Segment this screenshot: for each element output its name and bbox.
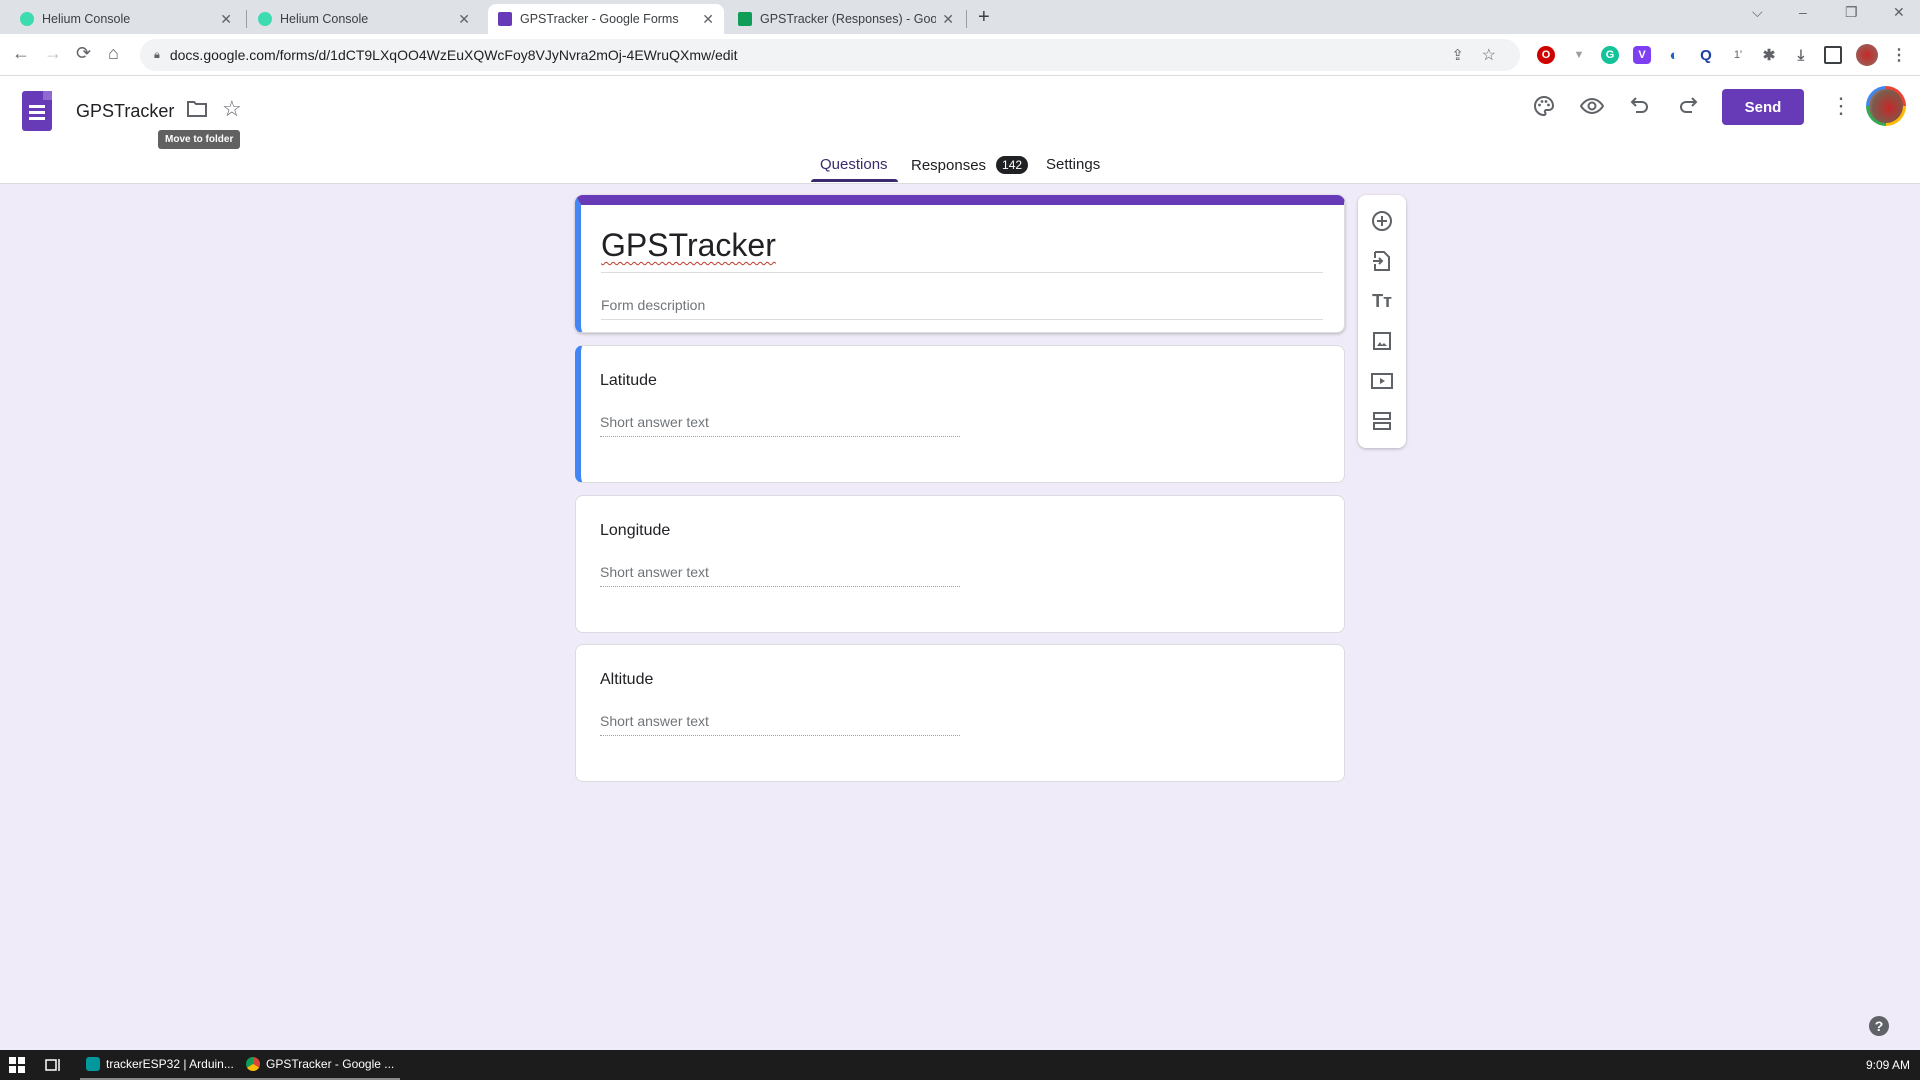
add-image-icon[interactable] — [1370, 329, 1394, 353]
forms-header: GPSTracker ☆ Move to folder Send ⋮ Quest… — [0, 76, 1920, 184]
taskbar-app-chrome[interactable]: GPSTracker - Google ... — [240, 1050, 401, 1080]
restore-button[interactable]: ❐ — [1845, 4, 1858, 21]
share-icon[interactable]: ⇪ — [1451, 46, 1464, 64]
tab-label: Questions — [820, 156, 888, 173]
close-tab-icon[interactable]: ✕ — [702, 11, 714, 28]
add-section-icon[interactable] — [1370, 409, 1394, 433]
customize-theme-palette-icon[interactable] — [1533, 95, 1555, 123]
browser-tab-helium-console-2[interactable]: Helium Console ✕ — [248, 4, 480, 34]
add-title-description-icon[interactable]: Tт — [1370, 289, 1394, 313]
tab-responses[interactable]: Responses 142 — [911, 156, 1029, 174]
taskbar-app-label: trackerESP32 | Arduin... — [106, 1057, 234, 1071]
arduino-icon — [86, 1057, 100, 1071]
opera-extension-icon[interactable]: O — [1537, 46, 1555, 64]
lock-icon: 🔒︎ — [154, 48, 160, 61]
forward-button[interactable]: → — [44, 43, 62, 64]
folder-icon[interactable] — [186, 100, 208, 124]
add-question-icon[interactable] — [1370, 209, 1394, 233]
send-button[interactable]: Send — [1722, 89, 1804, 125]
short-answer-field: Short answer text — [600, 713, 960, 736]
close-tab-icon[interactable]: ✕ — [220, 11, 232, 28]
redo-icon[interactable] — [1678, 94, 1698, 122]
vue-extension-icon[interactable]: ▼ — [1570, 46, 1588, 64]
google-forms-logo[interactable] — [22, 91, 52, 131]
short-answer-field: Short answer text — [600, 564, 960, 587]
responses-count-badge: 142 — [996, 156, 1029, 174]
add-video-icon[interactable] — [1370, 369, 1394, 393]
grammarly-extension-icon[interactable]: G — [1601, 46, 1619, 64]
taskbar-app-arduino[interactable]: trackerESP32 | Arduin... — [80, 1050, 240, 1080]
search-extension-icon[interactable]: Q — [1697, 46, 1715, 64]
tab-questions[interactable]: Questions — [820, 156, 888, 173]
question-title: Longitude — [600, 522, 671, 539]
tab-settings[interactable]: Settings — [1046, 156, 1100, 173]
question-toolbar: Tт — [1358, 195, 1406, 448]
bookmark-star-icon[interactable]: ☆ — [1482, 45, 1496, 65]
tab-title: Helium Console — [42, 12, 131, 26]
windows-start-icon[interactable] — [9, 1050, 25, 1080]
more-options-icon[interactable]: ⋮ — [1830, 93, 1852, 119]
privacy-extension-icon[interactable]: ◐ — [1665, 46, 1683, 64]
extensions-puzzle-icon[interactable]: ✱ — [1760, 46, 1778, 64]
counter-extension-icon[interactable]: 1' — [1729, 46, 1747, 64]
browser-menu-icon[interactable]: ⋮ — [1890, 46, 1908, 64]
question-title: Latitude — [600, 372, 657, 389]
short-answer-field: Short answer text — [600, 414, 960, 437]
v-extension-icon[interactable]: V — [1633, 46, 1651, 64]
question-card-latitude[interactable]: Latitude Short answer text — [575, 345, 1345, 483]
task-view-icon[interactable] — [45, 1050, 61, 1080]
question-card-longitude[interactable]: Longitude Short answer text — [575, 495, 1345, 633]
preview-eye-icon[interactable] — [1579, 95, 1605, 123]
form-description-input[interactable]: Form description — [601, 297, 1323, 320]
tab-separator — [966, 10, 967, 28]
side-panel-icon[interactable] — [1824, 46, 1842, 64]
close-tab-icon[interactable]: ✕ — [942, 11, 954, 28]
tab-separator — [246, 10, 247, 28]
browser-toolbar: ← → ⟳ ⌂ 🔒︎ docs.google.com/forms/d/1dCT9… — [0, 34, 1920, 76]
help-icon[interactable]: ? — [1869, 1016, 1889, 1036]
tab-label: Responses — [911, 157, 987, 174]
browser-tab-google-forms[interactable]: GPSTracker - Google Forms ✕ — [488, 4, 724, 34]
windows-taskbar: trackerESP32 | Arduin... GPSTracker - Go… — [0, 1050, 1920, 1080]
url-text: docs.google.com/forms/d/1dCT9LXqOO4WzEuX… — [169, 47, 738, 63]
google-forms-icon — [498, 12, 512, 26]
new-tab-button[interactable]: + — [978, 6, 990, 29]
taskbar-clock[interactable]: 9:09 AM — [1866, 1050, 1910, 1080]
close-tab-icon[interactable]: ✕ — [458, 11, 470, 28]
tab-title: GPSTracker (Responses) - Googl — [760, 12, 937, 26]
minimize-button[interactable]: – — [1799, 4, 1807, 20]
helium-icon — [20, 12, 34, 26]
download-icon[interactable]: ⤓ — [1792, 46, 1810, 64]
undo-icon[interactable] — [1630, 94, 1650, 122]
form-title-input[interactable]: GPSTracker — [601, 227, 1323, 273]
chrome-icon — [246, 1057, 260, 1071]
form-title-card[interactable]: GPSTracker Form description — [575, 195, 1345, 333]
form-tabs: Questions Responses 142 Settings — [0, 156, 1920, 184]
tab-title: GPSTracker - Google Forms — [520, 12, 679, 26]
profile-avatar[interactable] — [1856, 44, 1878, 66]
browser-tab-strip: Helium Console ✕ Helium Console ✕ GPSTra… — [0, 0, 1920, 34]
browser-tab-helium-console-1[interactable]: Helium Console ✕ — [10, 4, 242, 34]
home-button[interactable]: ⌂ — [108, 43, 119, 64]
move-to-folder-tooltip: Move to folder — [158, 130, 241, 149]
import-questions-icon[interactable] — [1370, 249, 1394, 273]
account-avatar[interactable] — [1866, 86, 1906, 126]
question-title: Altitude — [600, 671, 654, 688]
reload-button[interactable]: ⟳ — [76, 43, 91, 64]
google-sheets-icon — [738, 12, 752, 26]
form-title-text: GPSTracker — [601, 227, 776, 263]
back-button[interactable]: ← — [12, 43, 30, 64]
close-window-button[interactable]: ✕ — [1893, 4, 1905, 21]
active-tab-indicator — [811, 179, 898, 182]
browser-tab-google-sheets[interactable]: GPSTracker (Responses) - Googl ✕ — [728, 4, 964, 34]
tab-title: Helium Console — [280, 12, 369, 26]
address-bar[interactable]: 🔒︎ docs.google.com/forms/d/1dCT9LXqOO4Wz… — [140, 39, 1520, 71]
star-icon[interactable]: ☆ — [222, 96, 242, 122]
tab-search-button[interactable]: ⌵ — [1752, 4, 1763, 21]
question-card-altitude[interactable]: Altitude Short answer text — [575, 644, 1345, 782]
document-title[interactable]: GPSTracker — [76, 101, 174, 122]
helium-icon — [258, 12, 272, 26]
taskbar-app-label: GPSTracker - Google ... — [266, 1057, 395, 1071]
tab-label: Settings — [1046, 156, 1101, 173]
